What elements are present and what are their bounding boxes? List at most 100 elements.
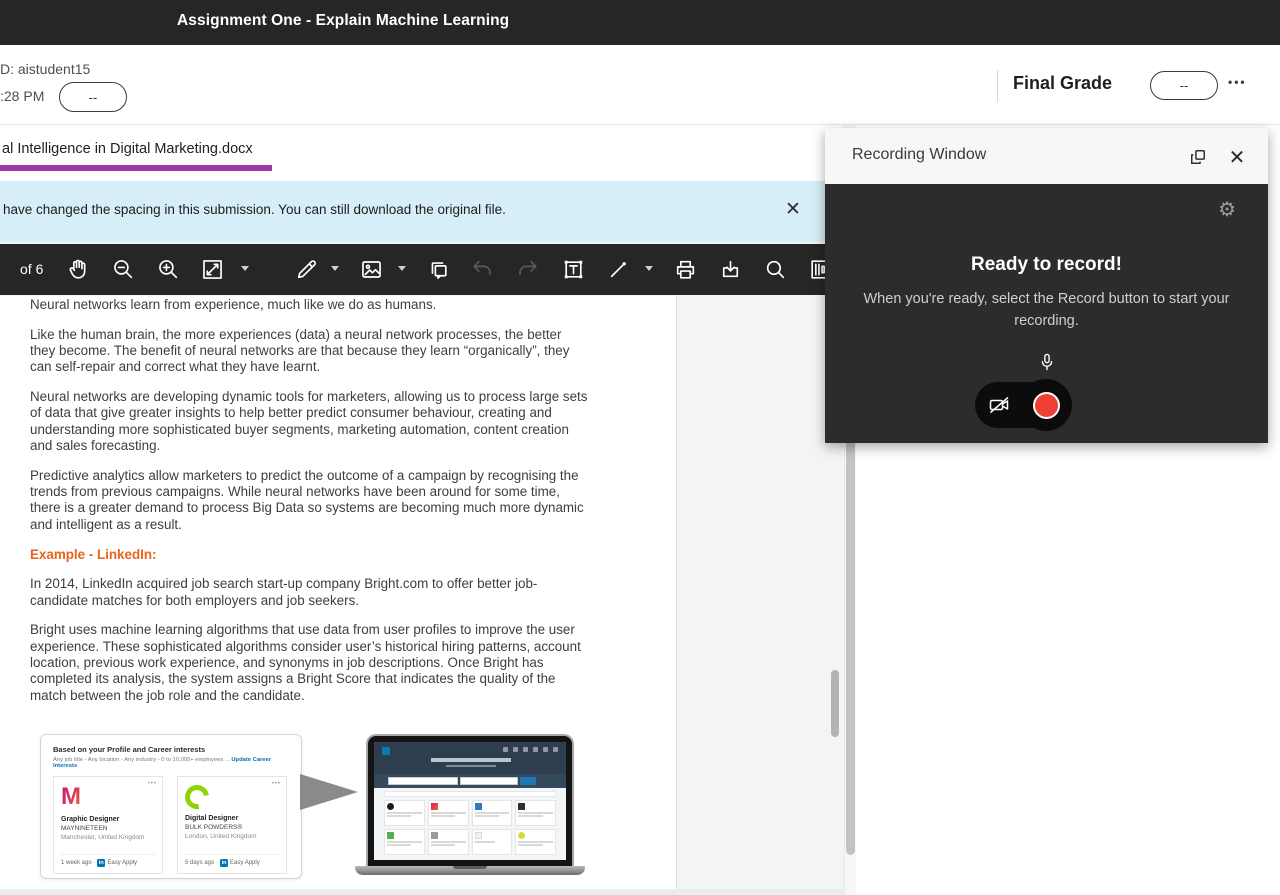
job-card: ••• M Graphic Designer MAYNINETEEN Manch… xyxy=(53,776,163,874)
notification-banner: have changed the spacing in this submiss… xyxy=(0,181,844,242)
page-indicator: of 6 xyxy=(20,261,43,277)
zoom-in-button[interactable] xyxy=(154,255,182,283)
header: D: aistudent15 :28 PM -- Final Grade -- … xyxy=(0,45,1280,125)
laptop-headline-bar xyxy=(431,758,511,762)
recording-window-close-icon[interactable]: ✕ xyxy=(1223,143,1251,171)
image-options-caret-icon[interactable] xyxy=(398,266,406,271)
viewer-bottom-strip xyxy=(0,889,844,895)
laptop-site-header xyxy=(374,742,566,774)
linkedin-panel-title: Based on your Profile and Career interes… xyxy=(53,745,289,754)
print-icon xyxy=(673,257,698,282)
laptop-search-button xyxy=(520,777,536,785)
card-menu-icon: ••• xyxy=(272,781,281,787)
recording-controls xyxy=(975,379,1072,431)
laptop-jobs-grid xyxy=(374,788,566,860)
laptop-base xyxy=(355,866,585,875)
submission-time-text: :28 PM xyxy=(0,88,44,104)
notification-message: have changed the spacing in this submiss… xyxy=(3,202,506,217)
header-divider xyxy=(997,70,998,102)
arrow-right-icon xyxy=(300,774,358,810)
linkedin-jobs-panel: Based on your Profile and Career interes… xyxy=(40,734,302,879)
inner-scrollbar-thumb[interactable] xyxy=(831,670,839,737)
undo-icon xyxy=(470,257,495,282)
app-root: Assignment One - Explain Machine Learnin… xyxy=(0,0,1280,895)
tab-document-file[interactable]: al Intelligence in Digital Marketing.doc… xyxy=(2,141,253,157)
record-button[interactable] xyxy=(1020,379,1072,431)
search-icon xyxy=(763,257,788,282)
bulk-powders-logo xyxy=(180,780,213,813)
notification-close-icon[interactable]: ✕ xyxy=(779,195,807,223)
zoom-out-button[interactable] xyxy=(109,255,137,283)
doc-paragraph: Predictive analytics allow marketers to … xyxy=(30,468,588,533)
ready-to-record-heading: Ready to record! xyxy=(825,254,1268,276)
fit-to-page-icon xyxy=(200,257,225,282)
text-annotation-icon xyxy=(561,257,586,282)
microphone-indicator xyxy=(825,352,1268,376)
job-company: MAYNINETEEN xyxy=(61,825,155,832)
job-posted: 1 week ago · xyxy=(61,860,95,866)
final-grade-label: Final Grade xyxy=(1013,73,1112,94)
easy-apply-label: Easy Apply xyxy=(230,860,260,866)
doc-paragraph: Bright uses machine learning algorithms … xyxy=(30,622,588,703)
job-location: Manchester, United Kingdom xyxy=(61,834,155,841)
job-card: ••• Digital Designer BULK POWDERS® Londo… xyxy=(177,776,287,874)
outer-scrollbar-thumb[interactable] xyxy=(846,435,855,855)
microphone-icon xyxy=(1036,352,1058,376)
filters-text: Any job title - Any location - Any indus… xyxy=(53,757,230,763)
maynineteen-logo: M xyxy=(61,784,87,810)
laptop-filter-bar xyxy=(384,791,556,797)
popout-window-button[interactable] xyxy=(1185,144,1211,170)
recording-window-header[interactable]: Recording Window ✕ xyxy=(825,128,1268,184)
job-cards: ••• M Graphic Designer MAYNINETEEN Manch… xyxy=(53,776,289,874)
line-options-caret-icon[interactable] xyxy=(645,266,653,271)
linkedin-badge-icon: in xyxy=(97,859,105,867)
title-bar: Assignment One - Explain Machine Learnin… xyxy=(0,0,1280,45)
document-text: Neural networks learn from experience, m… xyxy=(30,297,588,717)
document-viewer: al Intelligence in Digital Marketing.doc… xyxy=(0,125,856,895)
file-tab-row: al Intelligence in Digital Marketing.doc… xyxy=(0,125,844,181)
line-annotation-button[interactable] xyxy=(604,255,632,283)
pen-options-caret-icon[interactable] xyxy=(331,266,339,271)
linkedin-panel-filters: Any job title - Any location - Any indus… xyxy=(53,757,289,769)
laptop-location-field xyxy=(460,777,518,785)
text-annotation-button[interactable] xyxy=(559,255,587,283)
final-grade-pill[interactable]: -- xyxy=(1150,71,1218,100)
job-company: BULK POWDERS® xyxy=(185,824,279,831)
recording-window-body: ⚙ Ready to record! When you're ready, se… xyxy=(825,184,1268,443)
laptop-search-row xyxy=(374,774,566,788)
print-button[interactable] xyxy=(671,255,699,283)
laptop-nav-icons xyxy=(503,747,558,752)
laptop-illustration xyxy=(355,736,585,875)
pan-tool-button[interactable] xyxy=(64,255,92,283)
doc-paragraph: Neural networks learn from experience, m… xyxy=(30,297,588,313)
recording-window-title: Recording Window xyxy=(852,146,986,164)
download-icon xyxy=(718,257,743,282)
redo-icon xyxy=(515,257,540,282)
redo-button[interactable] xyxy=(513,255,541,283)
popout-icon xyxy=(1188,147,1208,167)
active-tab-underline xyxy=(0,165,272,171)
example-heading: Example - LinkedIn: xyxy=(30,547,588,563)
overflow-menu-icon[interactable]: ••• xyxy=(1228,75,1247,89)
line-annotation-icon xyxy=(606,257,631,282)
laptop-search-field xyxy=(388,777,458,785)
doc-paragraph: Neural networks are developing dynamic t… xyxy=(30,389,588,454)
fit-options-caret-icon[interactable] xyxy=(241,266,249,271)
pen-annotation-button[interactable] xyxy=(292,255,320,283)
copy-annotation-button[interactable] xyxy=(424,255,452,283)
search-button[interactable] xyxy=(761,255,789,283)
undo-button[interactable] xyxy=(468,255,496,283)
download-button[interactable] xyxy=(716,255,744,283)
attempt-grade-pill[interactable]: -- xyxy=(59,82,127,112)
pan-hand-icon xyxy=(66,257,91,282)
doc-paragraph: In 2014, LinkedIn acquired job search st… xyxy=(30,576,588,609)
fit-to-page-button[interactable] xyxy=(198,255,226,283)
job-title: Digital Designer xyxy=(185,815,279,822)
zoom-in-icon xyxy=(156,257,181,282)
job-footer: 1 week ago · in Easy Apply xyxy=(61,854,155,867)
image-annotation-button[interactable] xyxy=(357,255,385,283)
document-figure: Based on your Profile and Career interes… xyxy=(40,734,620,884)
job-footer: 5 days ago · in Easy Apply xyxy=(185,854,279,867)
card-menu-icon: ••• xyxy=(148,781,157,787)
recording-settings-gear-icon[interactable]: ⚙ xyxy=(1218,200,1236,220)
